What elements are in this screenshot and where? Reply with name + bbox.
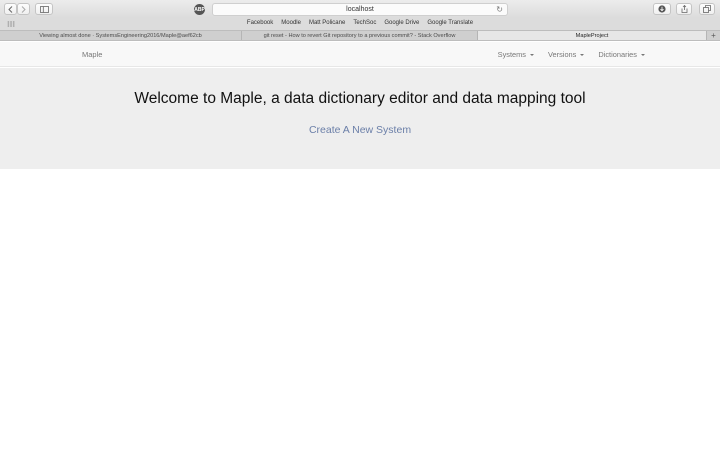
downloads-button[interactable] <box>653 3 671 15</box>
favorite-matt-policane[interactable]: Matt Policane <box>309 20 345 26</box>
favorite-facebook[interactable]: Facebook <box>247 20 273 26</box>
forward-button[interactable] <box>17 3 30 15</box>
systems-label: Systems <box>497 50 527 59</box>
tab-label: MapleProject <box>575 32 609 39</box>
dictionaries-label: Dictionaries <box>598 50 637 59</box>
new-tab-button[interactable]: + <box>707 31 720 40</box>
tab-stackoverflow[interactable]: git reset - How to revert Git repository… <box>242 31 478 40</box>
chevron-left-icon <box>8 5 13 13</box>
sidebar-button[interactable] <box>35 3 53 15</box>
download-icon <box>658 5 666 13</box>
favorites-bar: Facebook Moodle Matt Policane TechSoc Go… <box>0 18 720 30</box>
share-icon <box>681 5 687 13</box>
caret-down-icon <box>580 53 585 56</box>
caret-down-icon <box>530 53 535 56</box>
tabs-overview-button[interactable] <box>699 3 715 15</box>
sidebar-icon <box>39 5 49 13</box>
favorite-techsoc[interactable]: TechSoc <box>353 20 376 26</box>
address-bar[interactable]: localhost ↻ <box>212 3 508 16</box>
favorite-moodle[interactable]: Moodle <box>281 20 301 26</box>
tab-strip: Viewing almost done · SystemsEngineering… <box>0 30 720 41</box>
welcome-jumbotron: Welcome to Maple, a data dictionary edit… <box>0 68 720 169</box>
back-button[interactable] <box>4 3 17 15</box>
brand-link[interactable]: Maple <box>82 50 102 59</box>
favorite-google-translate[interactable]: Google Translate <box>427 20 473 26</box>
tab-mapleproject[interactable]: MapleProject <box>478 31 707 40</box>
page-title: Welcome to Maple, a data dictionary edit… <box>134 90 586 107</box>
tab-label: git reset - How to revert Git repository… <box>263 32 456 39</box>
reload-icon[interactable]: ↻ <box>496 5 503 14</box>
browser-toolbar: ABP localhost ↻ <box>0 0 720 18</box>
create-system-link[interactable]: Create A New System <box>0 124 720 136</box>
tab-label: Viewing almost done · SystemsEngineering… <box>39 32 202 39</box>
share-button[interactable] <box>676 3 692 15</box>
caret-down-icon <box>641 53 645 56</box>
systems-dropdown[interactable]: Systems <box>497 50 535 59</box>
tabs-icon <box>703 5 711 13</box>
address-text: localhost <box>346 6 374 13</box>
versions-dropdown[interactable]: Versions <box>548 50 585 59</box>
favorite-google-drive[interactable]: Google Drive <box>384 20 419 26</box>
tab-github[interactable]: Viewing almost done · SystemsEngineering… <box>0 31 242 40</box>
chevron-right-icon <box>21 5 26 13</box>
versions-label: Versions <box>548 50 577 59</box>
app-navbar: Maple Systems Versions Dictionaries <box>0 42 720 67</box>
dictionaries-dropdown[interactable]: Dictionaries <box>598 50 645 59</box>
nav-menus: Systems Versions Dictionaries <box>498 50 645 59</box>
adblock-icon[interactable]: ABP <box>194 4 205 15</box>
